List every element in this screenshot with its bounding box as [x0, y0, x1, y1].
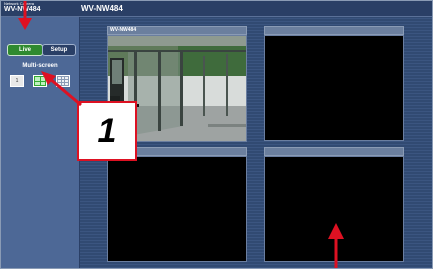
camera-web-ui: Network Camera WV-NW484 WV-NW484 Live Se… — [0, 0, 433, 269]
arrow-up-icon — [328, 223, 344, 268]
arrow-to-live-icon — [18, 1, 32, 30]
arrow-to-multiscreen-icon — [41, 71, 82, 107]
annotation-arrows — [18, 1, 344, 268]
